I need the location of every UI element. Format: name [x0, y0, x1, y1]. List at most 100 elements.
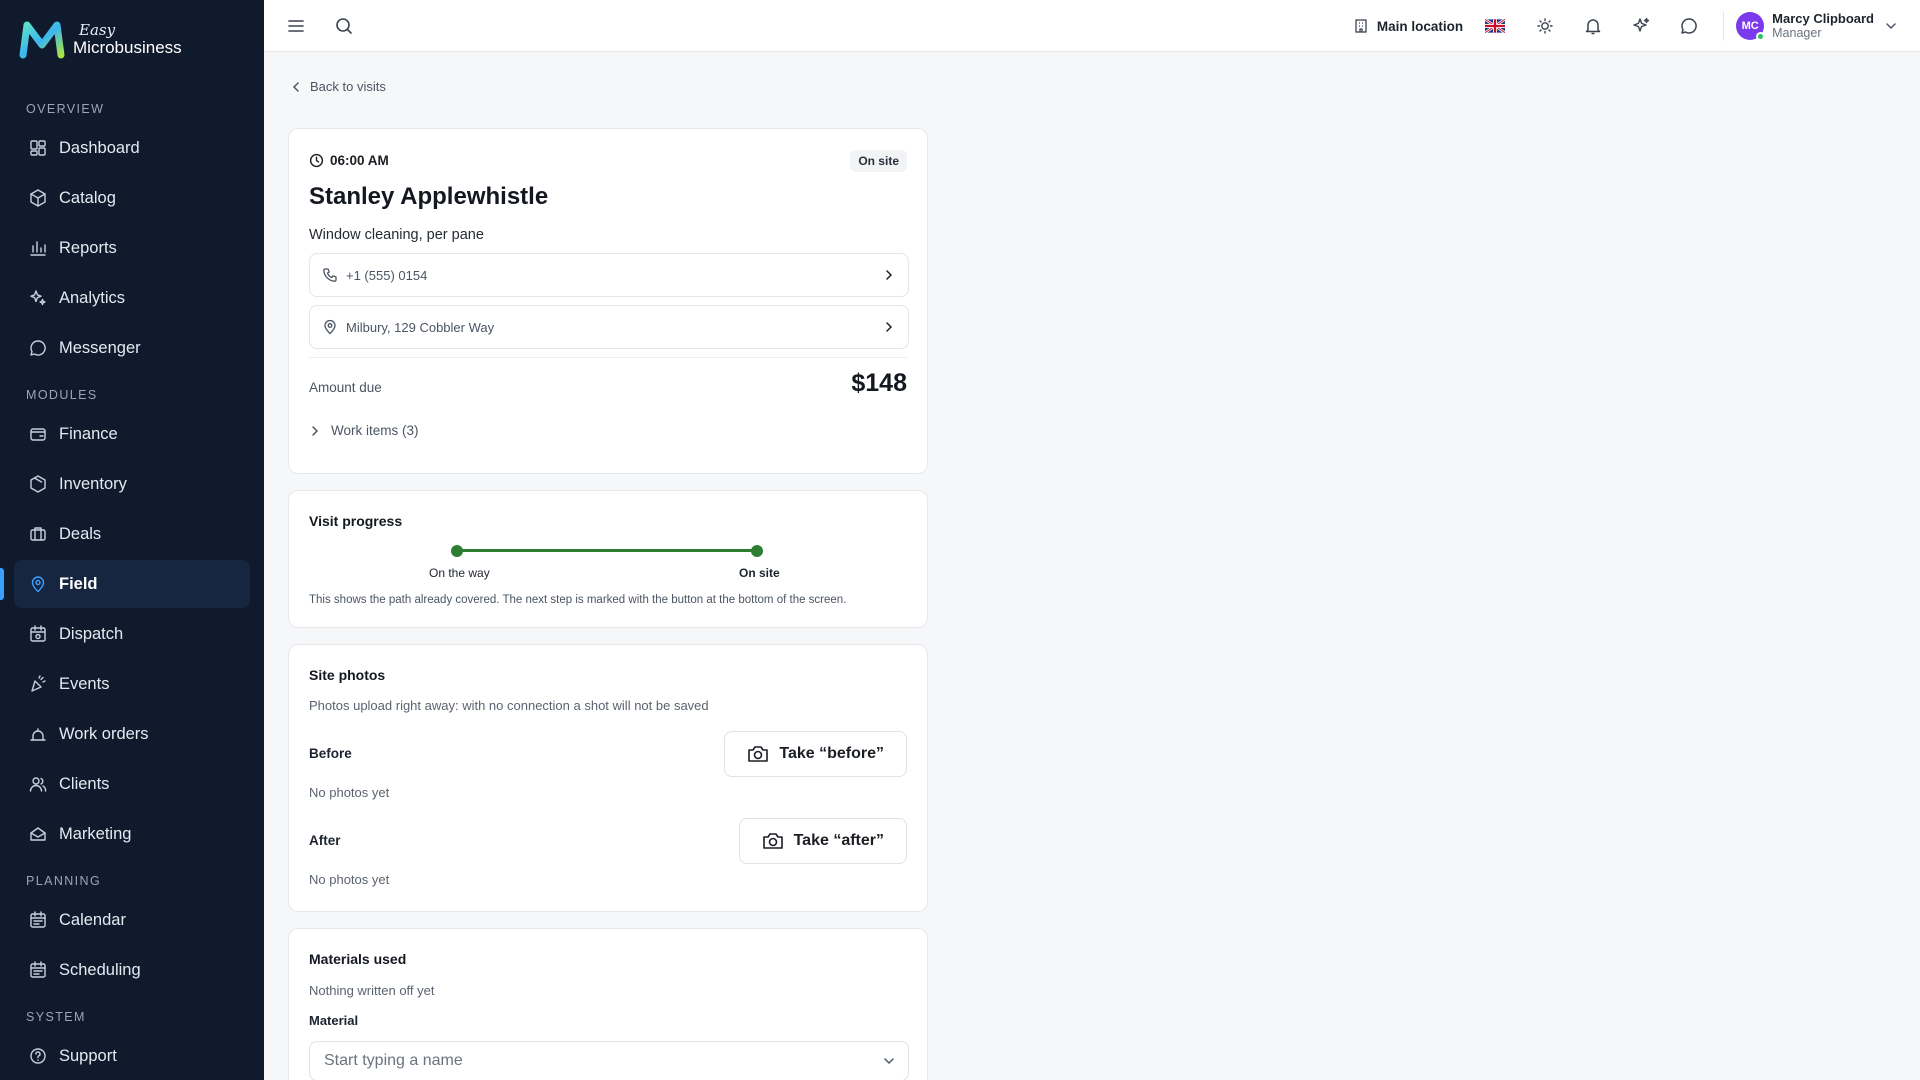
sidebar-item-catalog[interactable]: Catalog [14, 174, 250, 222]
sidebar-item-label: Support [59, 1046, 117, 1065]
sidebar-item-label: Dispatch [59, 624, 124, 643]
sidebar-item-reports[interactable]: Reports [14, 224, 250, 272]
address-row[interactable]: Milbury, 129 Cobbler Way [309, 305, 909, 349]
progress-line [457, 549, 757, 552]
status-badge: On site [850, 150, 907, 172]
notifications-button[interactable] [1579, 12, 1607, 40]
amount-due-label: Amount due [309, 380, 382, 395]
topbar: Main location MC Marcy Clipboard Manager [264, 0, 1920, 52]
sidebar-item-inventory[interactable]: Inventory [14, 460, 250, 508]
search-button[interactable] [330, 12, 358, 40]
menu-toggle-button[interactable] [282, 12, 310, 40]
location-label: Main location [1376, 18, 1464, 34]
camera-icon [748, 746, 769, 762]
sidebar-item-label: Inventory [59, 474, 127, 493]
sidebar-item-label: Marketing [59, 824, 132, 843]
brand-name: Microbusiness [73, 37, 182, 57]
visit-time-label: 06:00 AM [330, 153, 389, 168]
chevron-right-icon [312, 425, 319, 436]
chevron-right-icon [886, 322, 893, 332]
visit-progress-card: Visit progress On the way On site This s… [288, 490, 928, 628]
chevron-down-icon [1886, 23, 1896, 30]
clients-icon [28, 774, 48, 794]
field-icon [28, 574, 48, 594]
sidebar-item-dispatch[interactable]: Dispatch [14, 610, 250, 658]
dispatch-icon [28, 624, 48, 644]
progress-step-dot [451, 545, 463, 557]
sidebar-item-calendar[interactable]: Calendar [14, 896, 250, 944]
take-before-button[interactable]: Take “before” [724, 731, 907, 777]
chevron-down-icon [884, 1058, 894, 1065]
work-orders-icon [28, 724, 48, 744]
reports-icon [28, 238, 48, 258]
back-label: Back to visits [310, 79, 386, 94]
support-icon [28, 1046, 48, 1066]
location-selector[interactable]: Main location [1353, 18, 1463, 34]
sidebar-item-deals[interactable]: Deals [14, 510, 250, 558]
nav-section-title: SYSTEM [26, 1010, 86, 1024]
chat-button[interactable] [1675, 12, 1703, 40]
sidebar-item-label: Finance [59, 424, 118, 443]
materials-card: Materials used Nothing written off yet M… [288, 928, 928, 1080]
sidebar-item-field[interactable]: Field [0, 560, 250, 608]
sidebar-item-label: Scheduling [59, 960, 141, 979]
progress-title: Visit progress [309, 513, 403, 529]
address-text: Milbury, 129 Cobbler Way [346, 319, 495, 335]
ai-assistant-button[interactable] [1627, 12, 1655, 40]
clock-icon [309, 153, 324, 168]
phone-number: +1 (555) 0154 [346, 267, 428, 283]
material-field-label: Material [309, 1013, 359, 1028]
chevron-left-icon [292, 81, 299, 92]
uk-flag-icon[interactable] [1485, 19, 1506, 33]
chevron-right-icon [886, 270, 893, 280]
progress-step-label: On the way [429, 566, 490, 580]
analytics-icon [28, 288, 48, 308]
sidebar-item-scheduling[interactable]: Scheduling [14, 946, 250, 994]
material-select[interactable]: Start typing a name [309, 1041, 909, 1080]
brand-logo[interactable]: Easy Microbusiness [0, 0, 264, 78]
sidebar-item-label: Analytics [59, 288, 126, 307]
material-placeholder: Start typing a name [324, 1052, 463, 1069]
theme-toggle-button[interactable] [1531, 12, 1559, 40]
nav-section-title: OVERVIEW [26, 102, 105, 116]
marketing-icon [28, 824, 48, 844]
user-name: Marcy Clipboard [1772, 10, 1874, 26]
work-items-toggle[interactable]: Work items (3) [309, 423, 419, 438]
finance-icon [28, 424, 48, 444]
visit-card: 06:00 AM On site Stanley Applewhistle Wi… [288, 128, 928, 474]
visit-time: 06:00 AM [309, 153, 389, 168]
user-menu[interactable]: MC Marcy Clipboard Manager [1736, 11, 1898, 42]
sidebar-item-dashboard[interactable]: Dashboard [14, 124, 250, 172]
sidebar-item-finance[interactable]: Finance [14, 410, 250, 458]
building-icon [1355, 19, 1367, 33]
sidebar-nav: OVERVIEW Dashboard Catalog Reports Analytics… [0, 98, 264, 1080]
sidebar-item-analytics[interactable]: Analytics [14, 274, 250, 322]
progress-step-dot [751, 545, 763, 557]
sidebar-item-support[interactable]: Support [14, 1032, 250, 1080]
sidebar-item-work-orders[interactable]: Work orders [14, 710, 250, 758]
camera-icon [762, 833, 783, 849]
before-label: Before [309, 746, 352, 761]
hamburger-icon [288, 19, 304, 32]
inventory-icon [28, 474, 48, 494]
after-empty-text: No photos yet [309, 872, 390, 887]
sparkle-icon [1633, 17, 1650, 32]
sidebar-item-events[interactable]: Events [14, 660, 250, 708]
online-status-dot [1756, 32, 1766, 41]
materials-title: Materials used [309, 951, 407, 967]
sidebar-item-marketing[interactable]: Marketing [14, 810, 250, 858]
amount-due-value: $148 [851, 369, 907, 397]
dashboard-icon [28, 138, 48, 158]
materials-note: Nothing written off yet [309, 983, 435, 998]
catalog-icon [28, 188, 48, 208]
brand-easy: Easy [79, 20, 116, 39]
sidebar-item-label: Messenger [59, 338, 141, 357]
avatar: MC [1736, 12, 1766, 41]
back-to-visits-link[interactable]: Back to visits [290, 79, 386, 94]
photos-note: Photos upload right away: with no connec… [309, 698, 709, 713]
take-after-button[interactable]: Take “after” [738, 818, 907, 864]
sidebar-item-messenger[interactable]: Messenger [14, 324, 250, 372]
sidebar-item-label: Clients [59, 774, 110, 793]
sidebar-item-clients[interactable]: Clients [14, 760, 250, 808]
phone-row[interactable]: +1 (555) 0154 [309, 253, 909, 297]
